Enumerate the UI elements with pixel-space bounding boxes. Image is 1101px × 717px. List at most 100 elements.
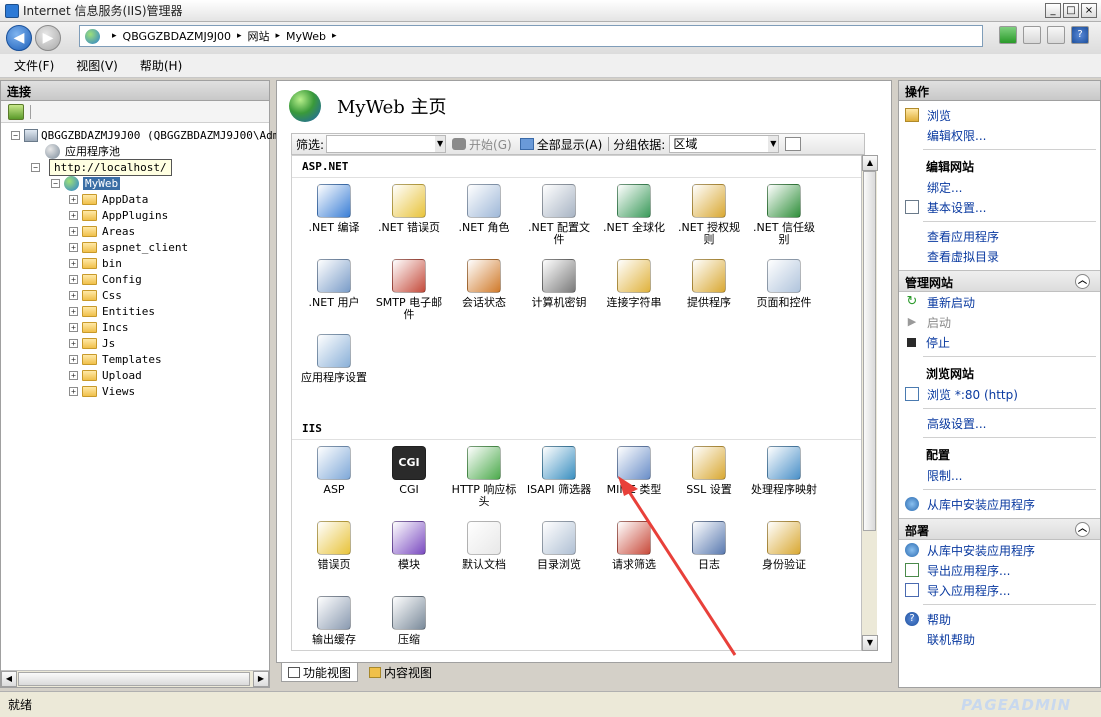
tree-sites[interactable]: −: [31, 159, 44, 175]
feature-item[interactable]: ISAPI 筛选器: [523, 446, 595, 496]
tree-folder[interactable]: + AppPlugins: [69, 207, 168, 223]
feature-item[interactable]: SMTP 电子邮件: [373, 259, 445, 321]
tree-folder[interactable]: + Incs: [69, 319, 129, 335]
expand-icon[interactable]: +: [69, 386, 78, 396]
expand-icon[interactable]: +: [69, 322, 78, 332]
tree-folder[interactable]: + Upload: [69, 367, 142, 383]
breadcrumb-server[interactable]: QBGGZBDAZMJ9J00: [123, 30, 231, 43]
action-start[interactable]: ▶ 启动: [899, 312, 1100, 332]
feature-item[interactable]: 页面和控件: [748, 259, 820, 309]
feature-item[interactable]: .NET 全球化: [598, 184, 670, 234]
feature-item[interactable]: 目录浏览: [523, 521, 595, 571]
scroll-left-icon[interactable]: ◀: [1, 671, 17, 687]
section-header[interactable]: IIS: [292, 418, 862, 440]
tree-folder[interactable]: + Templates: [69, 351, 162, 367]
feature-item[interactable]: .NET 用户: [298, 259, 370, 309]
group-by-select[interactable]: 区域 ▼: [669, 135, 780, 153]
tree-folder[interactable]: + Views: [69, 383, 135, 399]
feature-item[interactable]: ASP: [298, 446, 370, 496]
expand-icon[interactable]: +: [69, 338, 78, 348]
action-advanced-settings[interactable]: 高级设置...: [899, 413, 1100, 433]
collapse-up-icon[interactable]: ︿: [1075, 274, 1090, 289]
feature-item[interactable]: 连接字符串: [598, 259, 670, 309]
horizontal-scrollbar[interactable]: ◀ ▶: [1, 670, 269, 687]
help-icon[interactable]: ?: [1071, 26, 1089, 44]
tab-content-view[interactable]: 内容视图: [362, 662, 439, 682]
tree-folder[interactable]: + AppData: [69, 191, 148, 207]
feature-item[interactable]: 提供程序: [673, 259, 745, 309]
minimize-button[interactable]: _: [1045, 3, 1061, 18]
connect-icon[interactable]: [8, 103, 24, 120]
feature-item[interactable]: 日志: [673, 521, 745, 571]
collapse-icon[interactable]: −: [11, 130, 20, 140]
menu-view[interactable]: 视图(V): [72, 55, 122, 76]
collapse-up-icon[interactable]: ︿: [1075, 522, 1090, 537]
feature-item[interactable]: MIME 类型: [598, 446, 670, 496]
feature-item[interactable]: .NET 信任级别: [748, 184, 820, 246]
breadcrumb-sites[interactable]: 网站: [248, 28, 270, 44]
action-online-help[interactable]: 联机帮助: [899, 629, 1100, 649]
horizontal-scroll-thumb[interactable]: [18, 672, 250, 686]
action-browse-port[interactable]: 浏览 *:80 (http): [899, 384, 1100, 404]
vertical-scroll-thumb[interactable]: [863, 171, 876, 531]
filter-start-button[interactable]: 开始(G): [469, 136, 512, 153]
vertical-scrollbar[interactable]: ▲ ▼: [861, 155, 878, 651]
tree-folder[interactable]: + Js: [69, 335, 115, 351]
feature-item[interactable]: 默认文档: [448, 521, 520, 571]
feature-item[interactable]: SSL 设置: [673, 446, 745, 496]
action-view-apps[interactable]: 查看应用程序: [899, 226, 1100, 246]
expand-icon[interactable]: +: [69, 306, 78, 316]
feature-item[interactable]: .NET 授权规则: [673, 184, 745, 246]
tab-features-view[interactable]: 功能视图: [281, 662, 359, 682]
expand-icon[interactable]: +: [69, 290, 78, 300]
feature-item[interactable]: 压缩: [373, 596, 445, 646]
expand-icon[interactable]: +: [69, 194, 78, 204]
view-mode-icon[interactable]: [785, 137, 802, 151]
action-stop[interactable]: 停止: [899, 332, 1100, 352]
action-bindings[interactable]: 绑定...: [899, 177, 1100, 197]
action-import-app[interactable]: 导入应用程序...: [899, 580, 1100, 600]
feature-item[interactable]: CGI CGI: [373, 446, 445, 496]
forward-button[interactable]: ▶: [35, 25, 61, 51]
feature-item[interactable]: 身份验证: [748, 521, 820, 571]
tree-server[interactable]: − QBGGZBDAZMJ9J00 (QBGGZBDAZMJ9J00\Admi: [11, 127, 286, 143]
feature-item[interactable]: 模块: [373, 521, 445, 571]
filter-dropdown-icon[interactable]: ▼: [435, 136, 446, 152]
tree-app-pools[interactable]: 应用程序池: [45, 143, 120, 159]
feature-item[interactable]: 输出缓存: [298, 596, 370, 646]
feature-item[interactable]: .NET 角色: [448, 184, 520, 234]
manage-site-section[interactable]: 管理网站 ︿: [899, 270, 1100, 292]
tree-folder[interactable]: + Entities: [69, 303, 155, 319]
tree-folder[interactable]: + bin: [69, 255, 122, 271]
action-limits[interactable]: 限制...: [899, 465, 1100, 485]
action-edit-permissions[interactable]: 编辑权限...: [899, 125, 1100, 145]
expand-icon[interactable]: +: [69, 242, 78, 252]
home-icon[interactable]: [1047, 26, 1065, 44]
filter-input[interactable]: ▼: [326, 135, 447, 153]
tree-site-myweb[interactable]: − MyWeb: [51, 175, 121, 191]
expand-icon[interactable]: +: [69, 370, 78, 380]
deploy-section[interactable]: 部署 ︿: [899, 518, 1100, 540]
maximize-button[interactable]: □: [1063, 3, 1079, 18]
tree-folder[interactable]: + Css: [69, 287, 122, 303]
action-export-app[interactable]: 导出应用程序...: [899, 560, 1100, 580]
feature-item[interactable]: 会话状态: [448, 259, 520, 309]
action-install-gallery[interactable]: 从库中安装应用程序: [899, 494, 1100, 514]
close-button[interactable]: ×: [1081, 3, 1097, 18]
action-help[interactable]: ? 帮助: [899, 609, 1100, 629]
action-deploy-install-gallery[interactable]: 从库中安装应用程序: [899, 540, 1100, 560]
refresh-icon[interactable]: [999, 26, 1017, 44]
stop-icon[interactable]: [1023, 26, 1041, 44]
feature-item[interactable]: 计算机密钥: [523, 259, 595, 309]
feature-item[interactable]: 错误页: [298, 521, 370, 571]
feature-item[interactable]: .NET 错误页: [373, 184, 445, 234]
action-view-vdirs[interactable]: 查看虚拟目录: [899, 246, 1100, 266]
feature-item[interactable]: .NET 配置文件: [523, 184, 595, 246]
feature-item[interactable]: .NET 编译: [298, 184, 370, 234]
action-basic-settings[interactable]: 基本设置...: [899, 197, 1100, 217]
tree-folder[interactable]: + aspnet_client: [69, 239, 188, 255]
action-browse[interactable]: 浏览: [899, 105, 1100, 125]
menu-help[interactable]: 帮助(H): [136, 55, 186, 76]
section-header[interactable]: ASP.NET: [292, 156, 862, 178]
scroll-down-icon[interactable]: ▼: [862, 635, 878, 651]
